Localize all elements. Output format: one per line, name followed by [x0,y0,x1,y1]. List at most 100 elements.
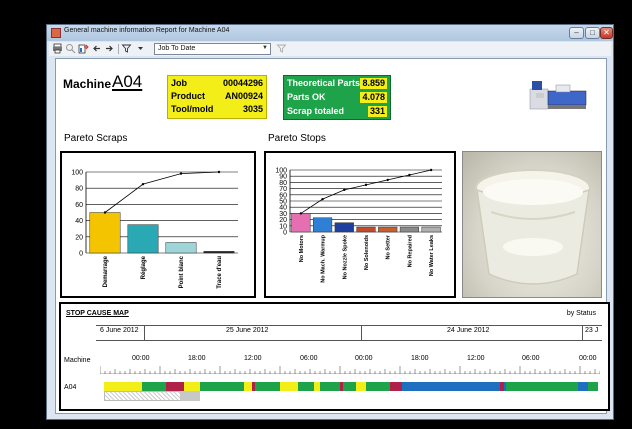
time-label: 06:00 [300,355,318,362]
pareto-scraps-plot: 0 20 40 60 80 100 Demarrage Réglage Point blanc T… [71,170,238,289]
time-label: 12:00 [467,355,485,362]
status-segment-running[interactable] [200,382,244,391]
job-info-panel: Job 00044296 Product AN00924 Tool/mold 3035 [167,75,267,119]
machine-image [529,81,587,110]
export-icon[interactable] [78,43,89,57]
pareto-bar[interactable] [399,226,420,233]
title-bar[interactable]: General machine information Report for M… [47,25,613,41]
status-segment-stopped[interactable] [280,382,298,391]
status-segment-setup[interactable] [402,382,412,391]
cumulative-point [217,170,221,174]
y-tick-label: 80 [279,180,287,187]
date-label: 6 June 2012 [100,327,139,334]
dropdown-caret-icon[interactable] [135,43,146,57]
tool-value: 3035 [242,104,263,114]
pareto-bar[interactable] [421,226,441,233]
status-segment-running[interactable] [506,382,578,391]
pareto-bar[interactable] [378,226,398,233]
time-ruler [100,366,600,374]
pareto-stops-plot: 0102030405060708090100 No Motors No Mach. … [275,168,442,283]
status-segment-setup[interactable] [578,382,588,391]
status-segment-running[interactable] [343,382,356,391]
x-tick-label: No Mach. Warmup [321,234,327,282]
status-segment-stopped[interactable] [244,382,252,391]
toolbar: Job To Date ▼ [49,42,611,56]
stop-cause-map-title[interactable]: STOP CAUSE MAP [66,310,129,317]
status-segment-fault[interactable] [390,382,402,391]
status-segment-fault[interactable] [166,382,184,391]
status-segment-running[interactable] [588,382,598,391]
cumulative-point [343,188,346,192]
date-label: 24 June 2012 [447,327,490,334]
x-tick-label: No Setter [386,234,392,259]
y-tick-label: 80 [75,186,83,193]
pareto-bar[interactable] [334,222,354,233]
product-value: AN00924 [224,91,263,101]
forward-arrow-icon[interactable] [104,43,115,57]
status-segment-running[interactable] [255,382,280,391]
time-label: 18:00 [411,355,429,362]
theoretical-parts-value: 8.859 [360,78,387,89]
toolbar-separator [118,44,119,54]
time-label: 00:00 [579,355,597,362]
y-tick-label: 60 [75,202,83,209]
pareto-bar[interactable] [165,242,197,254]
job-label: Job [171,78,188,88]
theoretical-parts-label: Theoretical Parts [287,78,361,88]
status-segment-stopped[interactable] [184,382,200,391]
x-tick-label: No Motors [299,235,305,262]
date-divider [144,326,145,340]
maximize-button[interactable]: □ [585,27,600,39]
cumulative-point [299,212,303,215]
pareto-bar[interactable] [89,212,121,254]
report-content: Machine A04 Job 00044296 Product AN00924 T… [55,58,610,414]
status-segment-running[interactable] [366,382,390,391]
time-label: 00:00 [355,355,373,362]
status-timeline[interactable] [104,382,598,391]
close-button[interactable]: ✕ [600,27,613,39]
machine-id: A04 [112,72,143,91]
y-tick-label: 20 [279,217,287,224]
scrap-totaled-label: Scrap totaled [287,106,345,116]
pareto-scraps-chart: 0 20 40 60 80 100 Demarrage Réglage Point blanc T… [60,151,256,298]
pareto-stops-chart: 0 10 20 30 40 50 60 70 80 90 100 No Motors No Mach. … [264,151,456,298]
pareto-stops-title: Pareto Stops [268,133,326,144]
print-icon[interactable] [52,43,63,57]
y-tick-label: 60 [279,192,287,199]
pareto-bar[interactable] [291,213,311,233]
filter-icon[interactable] [121,43,132,57]
time-label: 18:00 [188,355,206,362]
y-tick-label: 20 [75,234,83,241]
status-segment-stopped[interactable] [356,382,366,391]
status-segment-running[interactable] [142,382,166,391]
parts-ok-label: Parts OK [287,92,326,102]
clear-filter-icon[interactable] [276,43,287,57]
status-segment-running[interactable] [320,382,340,391]
parts-ok-value: 4.078 [360,92,387,103]
job-value: 00044296 [222,78,263,88]
chevron-down-icon: ▼ [262,45,268,51]
cumulative-point [321,197,324,201]
pareto-bar[interactable] [312,217,333,233]
back-arrow-icon[interactable] [91,43,102,57]
status-segment-stopped[interactable] [104,382,142,391]
idle-period-block [180,391,200,401]
x-tick-label: Demarrage [103,255,109,287]
status-segment-setup[interactable] [412,382,500,391]
y-tick-label: 100 [71,170,83,177]
pareto-bar[interactable] [127,224,159,254]
product-label: Product [171,91,206,101]
x-tick-label: No Repaired [407,235,413,267]
time-label: 00:00 [132,355,150,362]
parts-info-panel: Theoretical Parts 8.859 Parts OK 4.078 Scr… [283,75,391,120]
period-select[interactable]: Job To Date ▼ [154,43,271,55]
y-tick-label: 30 [279,211,287,218]
y-tick-label: 40 [75,218,83,225]
minimize-button[interactable]: – [569,27,584,39]
print-preview-icon[interactable] [65,43,76,57]
report-window: General machine information Report for M… [46,24,614,420]
pareto-bar[interactable] [203,251,235,254]
cumulative-point [386,178,389,182]
pareto-bar[interactable] [356,226,376,233]
status-segment-running[interactable] [298,382,314,391]
